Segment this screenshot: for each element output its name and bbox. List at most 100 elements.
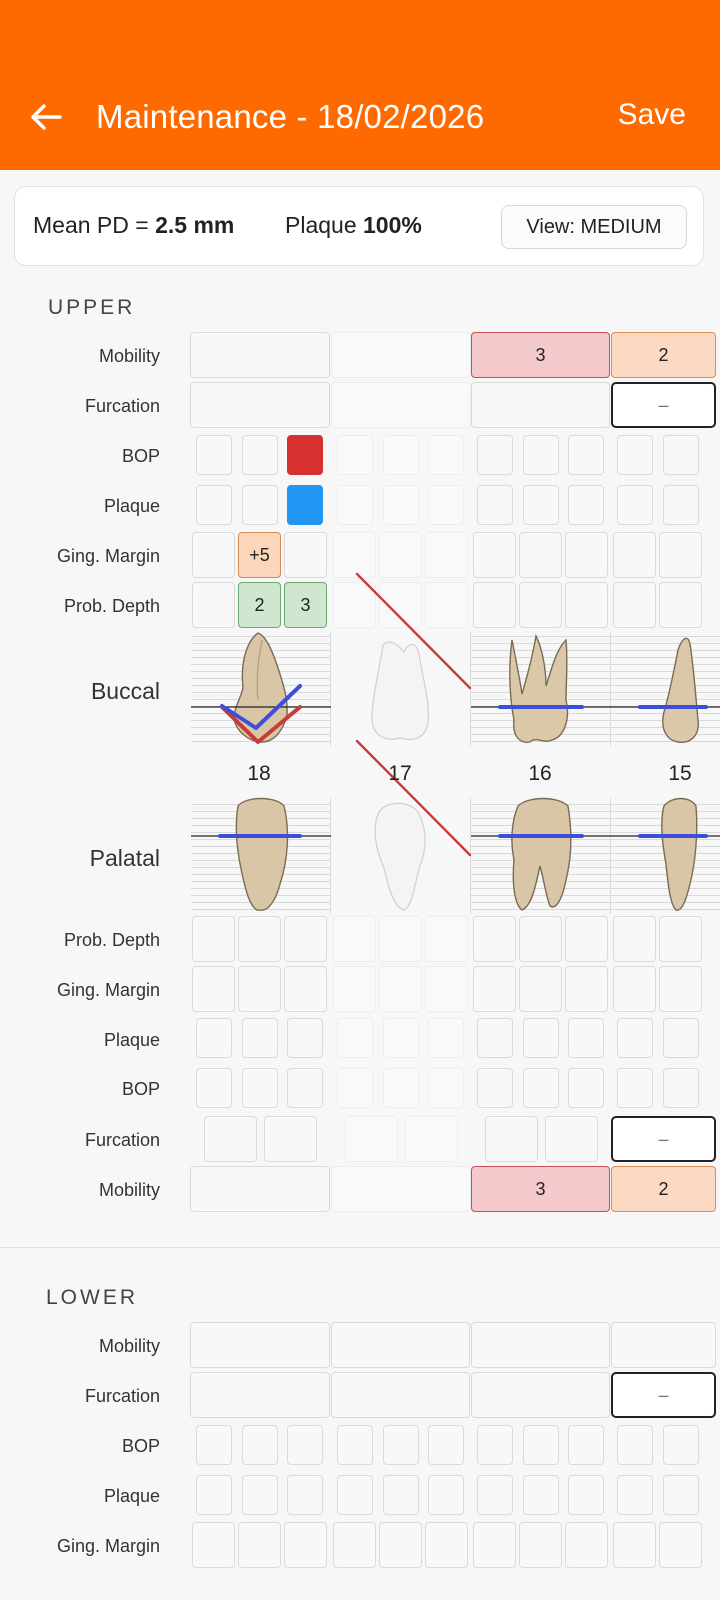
bop-cell[interactable]	[568, 1068, 604, 1108]
furcation-cell-18-distal[interactable]	[264, 1116, 317, 1162]
plaque-cell[interactable]	[428, 1475, 464, 1515]
mobility-cell-15-palatal[interactable]: 2	[611, 1166, 716, 1212]
tooth-number-16[interactable]: 16	[510, 762, 570, 786]
ging-margin-cell[interactable]	[565, 1522, 608, 1568]
plaque-cell[interactable]	[568, 485, 604, 525]
plaque-cell[interactable]	[523, 1018, 559, 1058]
ging-margin-cell-18-mid[interactable]: +5	[238, 532, 281, 578]
furcation-cell-15[interactable]: –	[611, 382, 716, 428]
tooth-number-15[interactable]: 15	[650, 762, 710, 786]
prob-depth-cell[interactable]	[519, 582, 562, 628]
ging-margin-cell[interactable]	[238, 1522, 281, 1568]
tooth-number-17[interactable]: 17	[370, 762, 430, 786]
prob-depth-cell[interactable]	[613, 582, 656, 628]
bop-cell[interactable]	[242, 1425, 278, 1465]
bop-cell[interactable]	[477, 1425, 513, 1465]
prob-depth-cell[interactable]	[565, 582, 608, 628]
bop-cell[interactable]	[523, 1068, 559, 1108]
bop-cell[interactable]	[523, 1425, 559, 1465]
ging-margin-cell[interactable]	[238, 966, 281, 1012]
ging-margin-cell[interactable]	[284, 966, 327, 1012]
prob-depth-cell[interactable]	[659, 916, 702, 962]
furcation-cell-lower[interactable]	[190, 1372, 330, 1418]
bop-cell[interactable]	[383, 1425, 419, 1465]
prob-depth-cell[interactable]	[659, 582, 702, 628]
furcation-cell-16-mesial[interactable]	[485, 1116, 538, 1162]
bop-cell[interactable]	[428, 1425, 464, 1465]
mobility-cell-15[interactable]: 2	[611, 332, 716, 378]
ging-margin-cell[interactable]	[613, 966, 656, 1012]
ging-margin-cell[interactable]	[613, 1522, 656, 1568]
plaque-cell[interactable]	[242, 1475, 278, 1515]
furcation-cell-16[interactable]	[471, 382, 610, 428]
bop-cell[interactable]	[617, 435, 653, 475]
bop-cell[interactable]	[196, 1068, 232, 1108]
plaque-cell[interactable]	[477, 1018, 513, 1058]
ging-margin-cell[interactable]	[565, 966, 608, 1012]
furcation-cell-lower[interactable]	[331, 1372, 470, 1418]
plaque-cell[interactable]	[477, 485, 513, 525]
bop-cell[interactable]	[196, 435, 232, 475]
ging-margin-cell[interactable]	[284, 1522, 327, 1568]
mobility-cell-18-palatal[interactable]	[190, 1166, 330, 1212]
plaque-cell[interactable]	[617, 1018, 653, 1058]
ging-margin-cell[interactable]	[519, 1522, 562, 1568]
plaque-cell[interactable]	[523, 485, 559, 525]
ging-margin-cell[interactable]	[192, 966, 235, 1012]
bop-cell[interactable]	[287, 1068, 323, 1108]
view-mode-button[interactable]: View: MEDIUM	[501, 205, 687, 249]
ging-margin-cell[interactable]	[473, 532, 516, 578]
plaque-cell[interactable]	[242, 1018, 278, 1058]
prob-depth-cell[interactable]	[613, 916, 656, 962]
plaque-cell[interactable]	[337, 1475, 373, 1515]
bop-cell[interactable]	[663, 1068, 699, 1108]
plaque-cell[interactable]	[196, 485, 232, 525]
furcation-cell-18-mesial[interactable]	[204, 1116, 257, 1162]
prob-depth-cell-18-dist[interactable]: 3	[284, 582, 327, 628]
plaque-cell[interactable]	[617, 485, 653, 525]
ging-margin-cell[interactable]	[565, 532, 608, 578]
ging-margin-cell[interactable]	[192, 532, 235, 578]
plaque-cell[interactable]	[477, 1475, 513, 1515]
ging-margin-cell[interactable]	[425, 1522, 468, 1568]
plaque-cell[interactable]	[663, 485, 699, 525]
bop-cell[interactable]	[477, 435, 513, 475]
prob-depth-cell[interactable]	[519, 916, 562, 962]
ging-margin-cell[interactable]	[519, 966, 562, 1012]
mobility-cell-18[interactable]	[190, 332, 330, 378]
bop-cell-marked[interactable]	[287, 435, 323, 475]
bop-cell[interactable]	[663, 435, 699, 475]
plaque-cell[interactable]	[617, 1475, 653, 1515]
ging-margin-cell[interactable]	[192, 1522, 235, 1568]
prob-depth-cell[interactable]	[473, 916, 516, 962]
plaque-cell-marked[interactable]	[287, 485, 323, 525]
furcation-cell-16-distal[interactable]	[545, 1116, 598, 1162]
back-button[interactable]	[24, 96, 68, 140]
bop-cell[interactable]	[337, 1425, 373, 1465]
plaque-cell[interactable]	[287, 1475, 323, 1515]
mobility-cell-16-palatal[interactable]: 3	[471, 1166, 610, 1212]
prob-depth-cell[interactable]	[284, 916, 327, 962]
bop-cell[interactable]	[663, 1425, 699, 1465]
plaque-cell[interactable]	[242, 485, 278, 525]
prob-depth-cell[interactable]	[192, 582, 235, 628]
mobility-cell-lower[interactable]	[190, 1322, 330, 1368]
ging-margin-cell[interactable]	[473, 966, 516, 1012]
plaque-cell[interactable]	[568, 1018, 604, 1058]
plaque-cell[interactable]	[287, 1018, 323, 1058]
bop-cell[interactable]	[568, 435, 604, 475]
ging-margin-cell[interactable]	[659, 532, 702, 578]
save-button[interactable]: Save	[618, 98, 686, 132]
mobility-cell-lower[interactable]	[611, 1322, 716, 1368]
furcation-cell-lower[interactable]	[471, 1372, 610, 1418]
ging-margin-cell[interactable]	[473, 1522, 516, 1568]
ging-margin-cell[interactable]	[613, 532, 656, 578]
prob-depth-cell-18-mid[interactable]: 2	[238, 582, 281, 628]
ging-margin-cell[interactable]	[519, 532, 562, 578]
prob-depth-cell[interactable]	[473, 582, 516, 628]
plaque-cell[interactable]	[383, 1475, 419, 1515]
bop-cell[interactable]	[477, 1068, 513, 1108]
ging-margin-cell[interactable]	[659, 1522, 702, 1568]
bop-cell[interactable]	[617, 1425, 653, 1465]
plaque-cell[interactable]	[663, 1475, 699, 1515]
